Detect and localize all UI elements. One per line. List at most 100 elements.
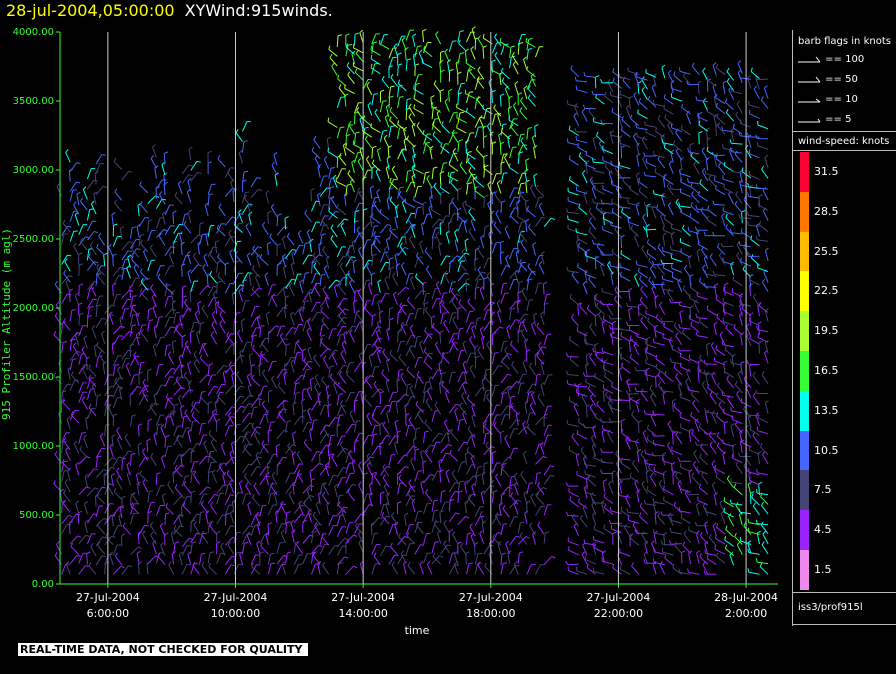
wind-barb	[256, 256, 261, 268]
wind-barb	[311, 221, 317, 233]
barb-flag	[150, 453, 154, 457]
wind-barb	[440, 293, 444, 305]
barb-flag	[220, 542, 224, 547]
barb-flag	[54, 450, 58, 455]
wind-barb	[156, 229, 165, 238]
wind-barb	[483, 433, 487, 445]
wind-barb	[147, 309, 150, 321]
barb-flag	[209, 363, 214, 366]
wind-barb	[509, 279, 515, 290]
wind-barb	[323, 158, 330, 170]
wind-barb	[147, 491, 150, 503]
wind-barb	[199, 323, 201, 335]
barb-flag	[504, 225, 509, 230]
wind-barb	[86, 389, 91, 400]
wind-barb	[474, 259, 476, 272]
barb-flag	[75, 462, 80, 466]
barb-flag	[440, 142, 443, 147]
barb-flag	[81, 346, 85, 351]
barb-flag	[166, 344, 171, 347]
wind-barb	[142, 481, 149, 493]
barb-flag	[335, 210, 340, 213]
wind-barb	[381, 372, 390, 382]
wind-barb	[358, 249, 364, 261]
wind-barb	[68, 290, 71, 302]
wind-barb	[155, 364, 160, 376]
wind-barb	[184, 343, 192, 354]
wind-barb	[414, 257, 419, 268]
wind-barb	[287, 445, 295, 456]
barb-flag	[541, 251, 545, 255]
wind-barb	[457, 328, 461, 340]
barb-flag	[203, 440, 207, 444]
barb-flag	[612, 67, 615, 73]
wind-barb	[419, 343, 424, 354]
wind-barb	[394, 443, 399, 455]
wind-barb	[147, 320, 150, 332]
wind-barb	[416, 374, 424, 384]
wind-barb	[465, 62, 476, 70]
barb-flag	[226, 469, 230, 474]
wind-barb	[448, 564, 456, 575]
barb-flag	[595, 302, 599, 307]
barb-flag	[582, 169, 586, 174]
barb-flag	[588, 217, 592, 222]
barb-flag	[88, 562, 92, 567]
wind-barb	[466, 311, 471, 323]
wind-barb	[435, 34, 442, 45]
barb-flag	[321, 334, 326, 337]
wind-barb	[573, 405, 580, 417]
barb-flag	[139, 470, 143, 475]
barb-flag	[479, 510, 484, 515]
barb-flag	[646, 203, 651, 207]
barb-flag	[148, 418, 153, 421]
barb-flag	[467, 425, 471, 430]
wind-barb	[362, 435, 369, 446]
wind-barb	[620, 236, 623, 249]
wind-barb	[165, 286, 174, 295]
wind-barb	[256, 543, 261, 555]
wind-barb	[207, 413, 215, 424]
barb-flag	[389, 106, 393, 112]
barb-flag	[284, 216, 289, 219]
wind-barb	[309, 379, 312, 391]
wind-barb	[379, 262, 387, 273]
wind-barb	[82, 369, 88, 380]
wind-barb	[535, 473, 538, 485]
wind-barb	[535, 456, 544, 465]
barb-flag	[635, 438, 639, 443]
barb-flag	[581, 108, 586, 113]
barb-flag	[618, 367, 623, 371]
wind-barb	[175, 379, 183, 390]
wind-barb	[521, 290, 528, 301]
barb-flag	[128, 565, 133, 568]
wind-barb	[274, 174, 278, 186]
wind-barb	[487, 184, 493, 195]
barb-flag	[111, 457, 116, 460]
wind-barb	[69, 231, 75, 242]
wind-barb	[336, 97, 342, 108]
barb-flag	[484, 164, 489, 168]
wind-barb	[270, 207, 278, 218]
wind-barb	[152, 345, 157, 357]
barb-flag	[459, 111, 464, 114]
wind-barb	[611, 333, 614, 345]
barb-flag	[378, 516, 383, 520]
barb-flag	[383, 246, 388, 251]
barb-flag	[638, 420, 643, 423]
wind-barb	[537, 485, 545, 495]
wind-barb	[345, 185, 348, 197]
barb-flag	[202, 343, 206, 348]
wind-barb	[384, 117, 390, 128]
wind-barb	[451, 132, 459, 143]
barb-flag	[322, 246, 326, 250]
barb-flag	[441, 121, 444, 126]
barb-flag	[451, 281, 456, 283]
wind-barb	[494, 55, 502, 65]
barb-flag	[407, 169, 412, 172]
barb-flag	[598, 311, 602, 315]
wind-barb	[330, 238, 338, 248]
wind-barb	[69, 513, 77, 524]
wind-barb	[135, 334, 140, 346]
barb-flag	[529, 522, 533, 527]
